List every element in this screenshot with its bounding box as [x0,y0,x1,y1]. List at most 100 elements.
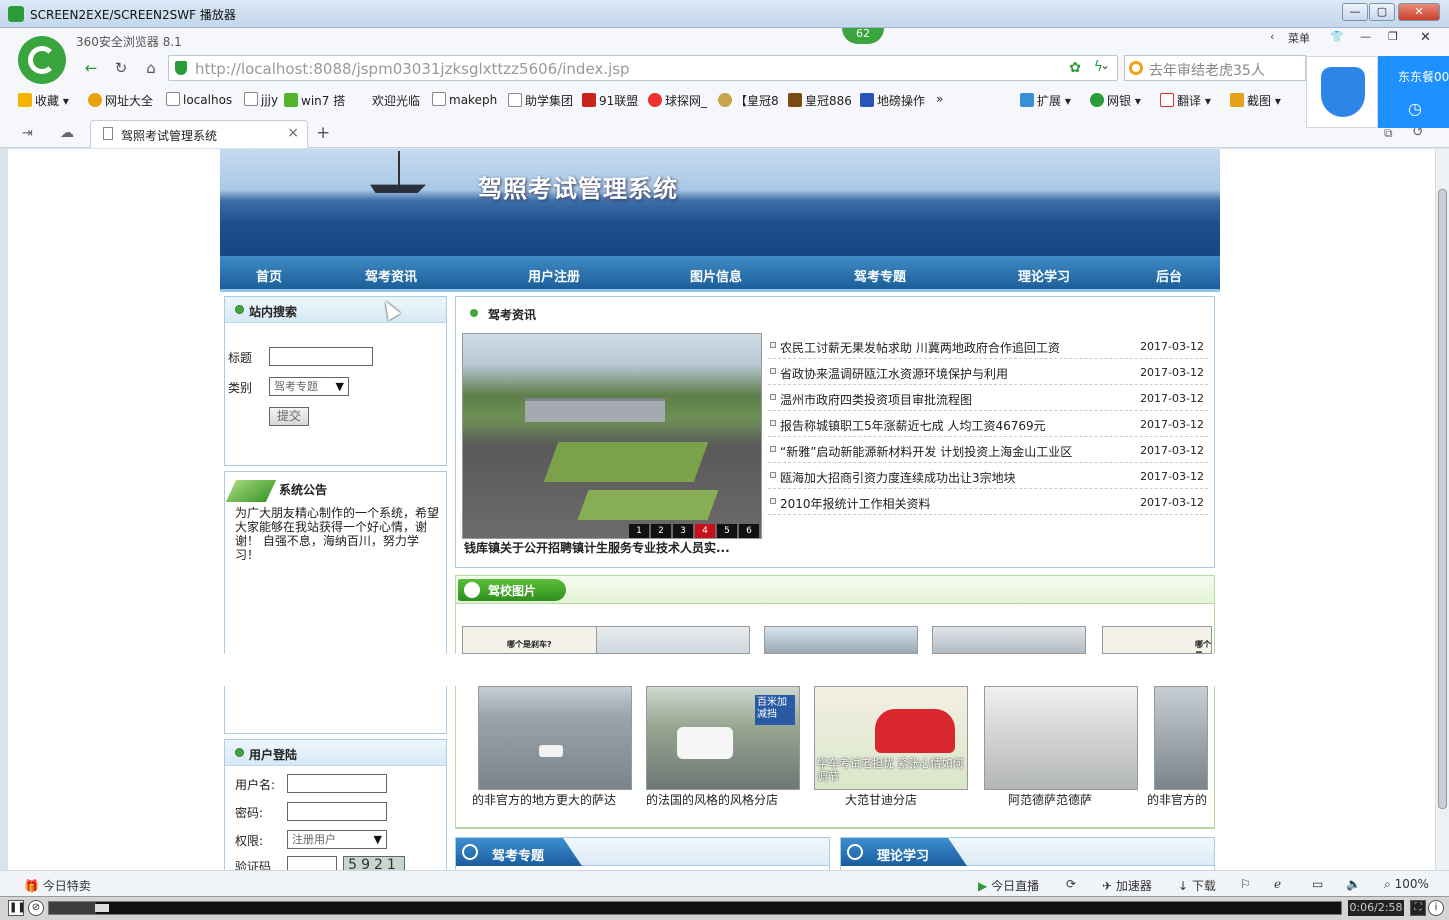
news-slide-caption[interactable]: 钱库镇关于公开招聘镇计生服务专业技术人员实... [464,539,730,556]
toolbar-screenshot[interactable]: 截图 ▾ [1230,92,1281,109]
bookmark-item[interactable]: 助学集团 [508,92,573,109]
zoom-control[interactable]: ⌕ 100% [1384,877,1429,892]
tab-active[interactable]: 驾照考试管理系统 × [90,120,308,148]
window-icon[interactable]: ▭ [1312,877,1323,891]
bookmark-item[interactable]: 地磅操作 [860,92,925,109]
flag-icon[interactable]: ⚐ [1240,877,1251,891]
news-item[interactable]: 2010年报统计工作相关资料 2017-03-12 [768,489,1208,515]
captcha-image[interactable]: 5921 [343,856,405,870]
bookmark-item[interactable]: win7 搭 [284,92,345,109]
search-title-input[interactable] [269,347,373,366]
compat-mode-icon[interactable]: ✿ [1069,60,1081,76]
bookmark-item[interactable]: 【皇冠8 [718,92,779,109]
url-text[interactable]: http://localhost:8088/jspm03031jzksglxtt… [195,60,630,78]
news-title[interactable]: “新雅”启动新能源新材料开发 计划投资上海金山工业区 [780,443,1072,460]
vertical-scrollbar[interactable] [1435,149,1449,870]
download-link[interactable]: ↓ 下载 [1178,877,1216,894]
accelerator-link[interactable]: ✈ 加速器 [1102,877,1152,894]
scrollbar-thumb[interactable] [1438,189,1447,809]
live-link[interactable]: ▶ 今日直播 [978,877,1039,894]
minimize-button[interactable]: — [1342,3,1368,21]
pager-dot[interactable]: 1 [629,524,649,538]
news-title[interactable]: 农民工讨薪无果发帖求助 川冀两地政府合作追回工资 [780,339,1060,356]
search-submit-button[interactable]: 提交 [269,407,309,426]
bookmark-item[interactable]: 91联盟 [582,92,638,109]
news-slideshow-image[interactable]: 123456 [462,333,762,539]
news-item[interactable]: 瓯海加大招商引资力度连续成功出让3宗地块 2017-03-12 [768,463,1208,489]
news-item[interactable]: 报告称城镇职工5年涨薪近七成 人均工资46769元 2017-03-12 [768,411,1208,437]
toolbar-extension[interactable]: 扩展 ▾ [1020,92,1071,109]
toolbar-ebank[interactable]: 网银 ▾ [1090,92,1141,109]
refresh-icon[interactable]: ↻ [110,57,132,79]
fullscreen-button[interactable]: ⛶ [1410,900,1426,916]
jd-ad-widget[interactable]: 东东餐00 ◷ [1306,56,1449,128]
bookmark-item[interactable]: localhos [166,92,232,107]
picture-thumb[interactable] [984,686,1138,790]
captcha-input[interactable] [287,856,337,870]
nav-theory[interactable]: 理论学习 [1018,266,1070,285]
sound-icon[interactable]: 🔈 [1346,877,1361,891]
seek-track[interactable] [48,901,1342,915]
news-title[interactable]: 2010年报统计工作相关资料 [780,495,931,512]
search-box[interactable]: 去年审结老虎35人 [1124,55,1306,81]
seek-knob[interactable] [95,904,109,912]
bookmark-item[interactable]: jjjy [244,92,278,107]
bookmark-item[interactable]: 网址大全 [88,92,153,109]
picture-thumb[interactable] [478,686,632,790]
chrome-restore-button[interactable]: ❐ [1388,30,1398,43]
picture-caption[interactable]: 的法国的风格的风格分店 [646,791,778,808]
pager-dot[interactable]: 5 [717,524,737,538]
nav-pictures[interactable]: 图片信息 [690,266,742,285]
picture-caption[interactable]: 的非官方的 [1147,791,1207,808]
picture-thumb[interactable] [764,626,918,654]
menu-button[interactable]: 菜单 [1288,30,1310,46]
bookmark-item[interactable]: makeph [432,92,497,107]
password-input[interactable] [287,802,387,821]
pager-dot[interactable]: 2 [651,524,671,538]
news-item[interactable]: 温州市政府四类投资项目审批流程图 2017-03-12 [768,385,1208,411]
pager-dot[interactable]: 3 [673,524,693,538]
close-button[interactable]: ✕ [1398,3,1440,21]
picture-thumb[interactable] [596,626,750,654]
back-icon[interactable]: ← [80,57,102,79]
picture-caption[interactable]: 的非官方的地方更大的萨达 [472,791,616,808]
bookmark-item[interactable]: 球探网_ [648,92,707,109]
news-item[interactable]: 农民工讨薪无果发帖求助 川冀两地政府合作追回工资 2017-03-12 [768,333,1208,359]
pager-dot[interactable]: 6 [739,524,759,538]
sidebar-toggle-icon[interactable]: ⇥ [22,126,33,141]
refresh-status-icon[interactable]: ⟳ [1066,877,1076,891]
category-select[interactable]: 驾考专题 ▼ [269,377,349,396]
stop-button[interactable]: ⊘ [28,900,44,916]
notification-badge[interactable]: 62 [842,28,884,44]
news-title[interactable]: 温州市政府四类投资项目审批流程图 [780,391,972,408]
picture-caption[interactable]: 阿范德萨范德萨 [1008,791,1092,808]
info-button[interactable]: i [1428,900,1444,916]
bookmark-favorites[interactable]: 收藏 ▾ [18,92,69,109]
toolbar-translate[interactable]: 翻译 ▾ [1160,92,1211,109]
bookmark-item[interactable]: 欢迎光临 [372,92,420,109]
news-item[interactable]: “新雅”启动新能源新材料开发 计划投资上海金山工业区 2017-03-12 [768,437,1208,463]
news-title[interactable]: 瓯海加大招商引资力度连续成功出让3宗地块 [780,469,1016,486]
picture-thumb[interactable]: 学车考试老担忧 紧张心情如何调节 [814,686,968,790]
pause-button[interactable]: ❚❚ [8,900,26,916]
role-select[interactable]: 注册用户 ▼ [287,830,387,849]
daily-deals-link[interactable]: 🎁 今日特卖 [24,877,91,894]
more-bookmarks-icon[interactable]: » [936,92,943,106]
chrome-minimize-button[interactable]: — [1360,30,1371,43]
picture-thumb[interactable]: 哪个是刹车? [462,626,616,654]
address-dropdown-icon[interactable]: ⌄ [1100,58,1110,72]
picture-caption[interactable]: 大范甘迪分店 [845,791,917,808]
tab-restore-icon[interactable]: ⧉ [1384,126,1393,141]
picture-thumb[interactable] [932,626,1086,654]
picture-thumb[interactable] [1154,686,1208,790]
pager-dot-active[interactable]: 4 [695,524,715,538]
jd-widget-panel[interactable]: 东东餐00 ◷ [1378,56,1449,128]
nav-register[interactable]: 用户注册 [528,266,580,285]
chrome-close-button[interactable]: ✕ [1420,30,1431,45]
news-title[interactable]: 省政协来温调研瓯江水资源环境保护与利用 [780,365,1008,382]
picture-thumb[interactable]: 哪个是 [1102,626,1212,654]
nav-admin[interactable]: 后台 [1156,266,1182,285]
home-icon[interactable]: ⌂ [140,57,162,79]
nav-news[interactable]: 驾考资讯 [365,266,417,285]
news-title[interactable]: 报告称城镇职工5年涨薪近七成 人均工资46769元 [780,417,1046,434]
